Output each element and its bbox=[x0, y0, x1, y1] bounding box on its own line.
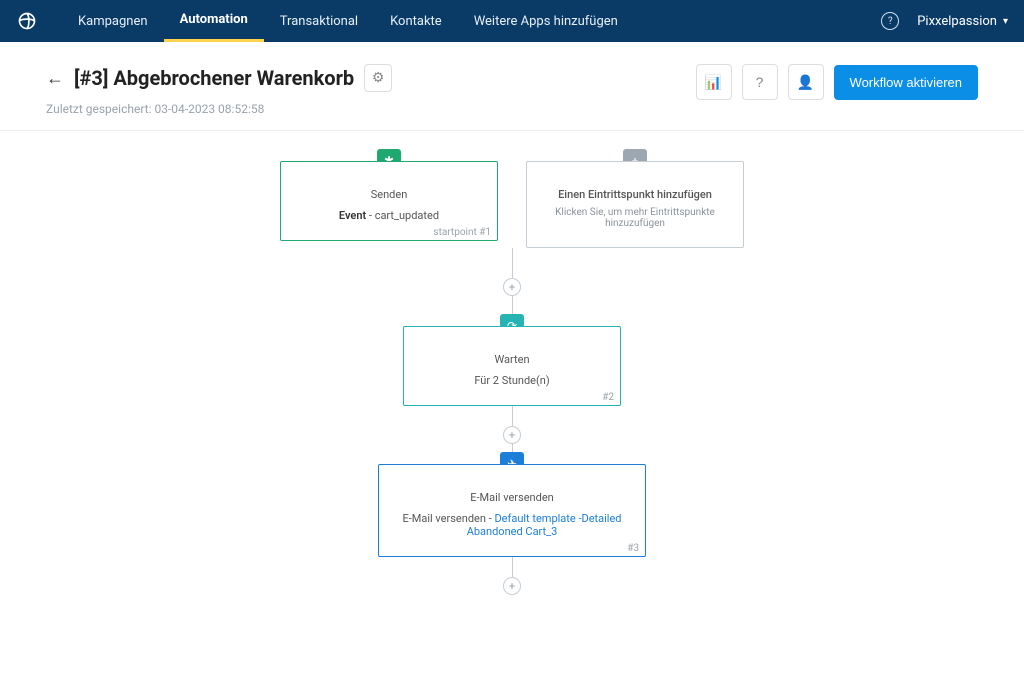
settings-button[interactable]: ⚙ bbox=[364, 64, 392, 92]
add-step-button-3[interactable]: + bbox=[503, 577, 521, 595]
send-email-node[interactable]: ✈ E-Mail versenden E-Mail versenden - De… bbox=[378, 464, 646, 557]
user-icon: 👤 bbox=[797, 74, 814, 91]
gear-icon: ⚙ bbox=[372, 70, 385, 86]
add-step-button-2[interactable]: + bbox=[503, 426, 521, 444]
send-node-desc: E-Mail versenden - Default template -Det… bbox=[389, 512, 635, 538]
question-icon: ? bbox=[756, 74, 764, 90]
send-node-title: E-Mail versenden bbox=[389, 491, 635, 504]
user-menu[interactable]: Pixxelpassion ▾ bbox=[917, 14, 1008, 29]
last-saved: Zuletzt gespeichert: 03-04-2023 08:52:58 bbox=[46, 102, 392, 116]
app-logo bbox=[16, 10, 38, 32]
entry-node-id: startpoint #1 bbox=[433, 227, 491, 238]
top-nav: Kampagnen Automation Transaktional Konta… bbox=[0, 0, 1024, 42]
entry-node[interactable]: ✱ Senden Event - cart_updated startpoint… bbox=[280, 161, 498, 248]
wait-node-id: #2 bbox=[602, 392, 614, 403]
nav-automation[interactable]: Automation bbox=[164, 0, 264, 42]
nav-right: ? Pixxelpassion ▾ bbox=[881, 12, 1008, 30]
add-entry-node[interactable]: + Einen Eintrittspunkt hinzufügen Klicke… bbox=[526, 161, 744, 248]
wait-node-title: Warten bbox=[414, 353, 610, 366]
nav-more-apps[interactable]: Weitere Apps hinzufügen bbox=[458, 0, 634, 42]
user-button[interactable]: 👤 bbox=[788, 64, 824, 100]
add-entry-desc: Klicken Sie, um mehr Eintrittspunkte hin… bbox=[537, 207, 733, 229]
page-header: ← [#3] Abgebrochener Warenkorb ⚙ Zuletzt… bbox=[0, 42, 1024, 131]
entry-node-title: Senden bbox=[291, 188, 487, 201]
wait-node[interactable]: ⟳ Warten Für 2 Stunde(n) #2 bbox=[403, 326, 621, 406]
stats-button[interactable]: 📊 bbox=[696, 64, 732, 100]
page-title: [#3] Abgebrochener Warenkorb bbox=[74, 66, 354, 90]
help-icon[interactable]: ? bbox=[881, 12, 899, 30]
wait-node-desc: Für 2 Stunde(n) bbox=[414, 374, 610, 387]
nav-campaigns[interactable]: Kampagnen bbox=[62, 0, 164, 42]
connector-3: + bbox=[0, 557, 1024, 595]
workflow-canvas: ✱ Senden Event - cart_updated startpoint… bbox=[0, 131, 1024, 595]
back-arrow-icon[interactable]: ← bbox=[46, 68, 64, 89]
help-button[interactable]: ? bbox=[742, 64, 778, 100]
chart-icon: 📊 bbox=[705, 74, 722, 91]
entry-node-desc: Event - cart_updated bbox=[291, 209, 487, 222]
activate-workflow-button[interactable]: Workflow aktivieren bbox=[834, 65, 978, 100]
user-name: Pixxelpassion bbox=[917, 14, 997, 29]
chevron-down-icon: ▾ bbox=[1003, 16, 1008, 27]
nav-transactional[interactable]: Transaktional bbox=[264, 0, 374, 42]
add-entry-title: Einen Eintrittspunkt hinzufügen bbox=[537, 188, 733, 201]
nav-items: Kampagnen Automation Transaktional Konta… bbox=[62, 0, 634, 42]
nav-contacts[interactable]: Kontakte bbox=[374, 0, 458, 42]
send-node-id: #3 bbox=[627, 543, 639, 554]
add-step-button[interactable]: + bbox=[503, 278, 521, 296]
